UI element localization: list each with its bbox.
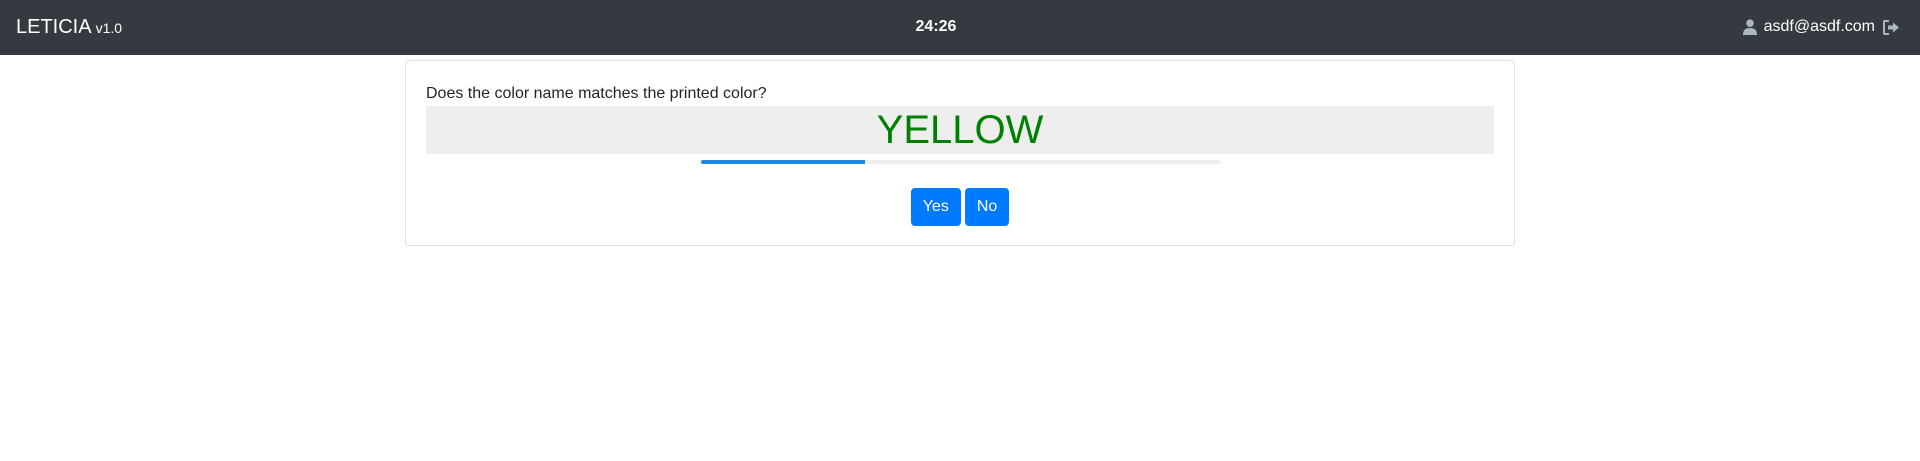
- top-navbar: LETICIA v1.0 24:26 asdf@asdf.com: [0, 0, 1920, 55]
- task-question: Does the color name matches the printed …: [426, 85, 767, 102]
- yes-button[interactable]: Yes: [910, 188, 961, 226]
- answer-buttons: Yes No: [406, 188, 1514, 226]
- user-icon: [1742, 19, 1757, 35]
- color-word: YELLOW: [876, 108, 1044, 152]
- brand-name: LETICIA: [16, 16, 92, 38]
- logout-icon[interactable]: [1883, 19, 1900, 35]
- app-version: v1.0: [95, 20, 123, 36]
- color-word-box: YELLOW: [426, 106, 1494, 154]
- time-progress-bar: [701, 160, 1221, 164]
- app-brand[interactable]: LETICIA v1.0: [16, 15, 122, 40]
- time-progress-fill: [701, 160, 865, 164]
- countdown-timer: 24:26: [915, 18, 957, 35]
- user-menu: asdf@asdf.com: [1742, 17, 1900, 37]
- user-email: asdf@asdf.com: [1763, 18, 1875, 35]
- no-button[interactable]: No: [964, 188, 1010, 226]
- task-card: Does the color name matches the printed …: [405, 60, 1515, 246]
